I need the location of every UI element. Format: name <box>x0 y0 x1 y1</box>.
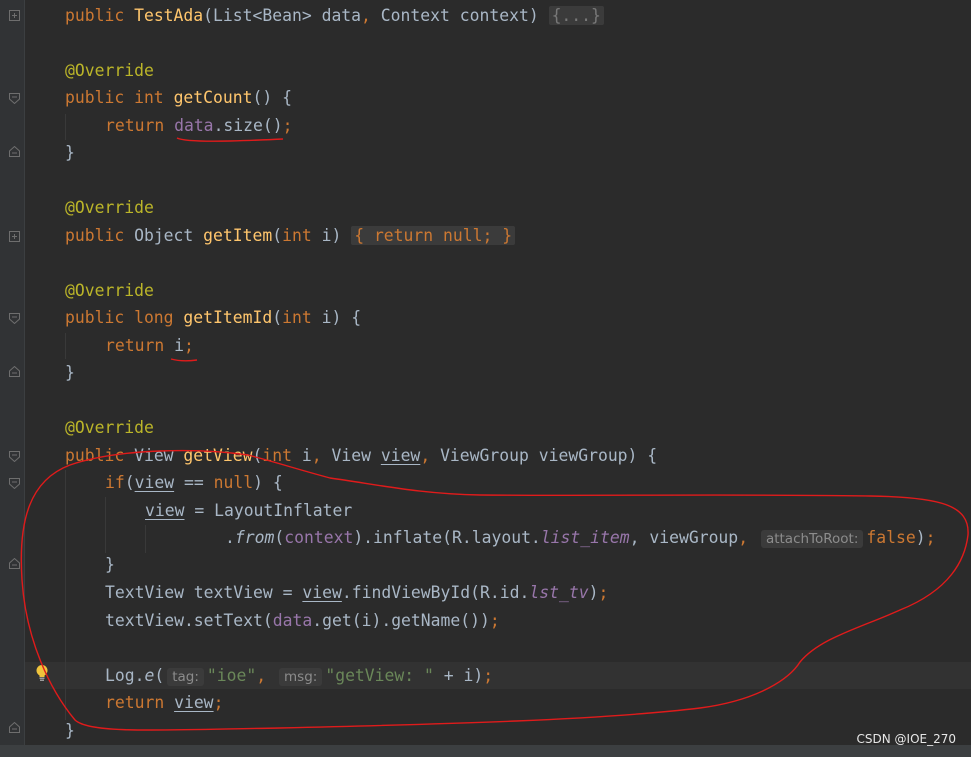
parameter-hint: attachToRoot: <box>760 530 864 548</box>
code-line: view = LayoutInflater <box>145 501 353 520</box>
code-line: .from(context).inflate(R.layout.list_ite… <box>225 528 936 548</box>
code-line: } <box>65 363 75 382</box>
code-editor[interactable]: public TestAda(List<Bean> data, Context … <box>25 0 971 745</box>
watermark: CSDN @IOE_270 <box>856 732 957 746</box>
fold-marker-icon[interactable] <box>9 478 20 489</box>
parameter-hint: tag: <box>167 668 204 686</box>
fold-marker-icon[interactable] <box>9 451 20 462</box>
fold-marker-icon[interactable] <box>9 10 20 21</box>
code-line: textView.setText(data.get(i).getName()); <box>105 611 500 630</box>
code-line: public View getView(int i, View view, Vi… <box>65 446 658 465</box>
folded-region[interactable]: { return null; } <box>351 226 516 245</box>
lightbulb-icon[interactable] <box>35 664 49 686</box>
code-line: TextView textView = view.findViewById(R.… <box>105 583 609 602</box>
code-line: public long getItemId(int i) { <box>65 308 362 327</box>
folded-region[interactable]: {...} <box>548 6 604 25</box>
code-line: return i; <box>105 336 194 355</box>
fold-marker-icon[interactable] <box>9 93 20 104</box>
code-line: Log.e(tag: "ioe", msg: "getView: " + i); <box>105 666 494 686</box>
code-line: return view; <box>105 693 224 712</box>
code-line: public Object getItem(int i) { return nu… <box>65 223 516 249</box>
code-line: } <box>65 721 75 740</box>
fold-marker-icon[interactable] <box>9 231 20 242</box>
horizontal-scrollbar-track[interactable] <box>0 745 971 757</box>
code-line: public TestAda(List<Bean> data, Context … <box>65 3 604 29</box>
code-line: if(view == null) { <box>105 473 283 492</box>
code-line: } <box>105 555 115 574</box>
fold-marker-icon[interactable] <box>9 558 20 569</box>
code-line: } <box>65 143 75 162</box>
code-line: public int getCount() { <box>65 88 292 107</box>
fold-marker-icon[interactable] <box>9 146 20 157</box>
editor-gutter <box>0 0 24 757</box>
fold-marker-icon[interactable] <box>9 366 20 377</box>
fold-marker-icon[interactable] <box>9 722 20 733</box>
code-line: return data.size(); <box>105 116 293 135</box>
code-line: @Override <box>65 418 154 437</box>
fold-marker-icon[interactable] <box>9 313 20 324</box>
parameter-hint: msg: <box>279 668 323 686</box>
code-line: @Override <box>65 281 154 300</box>
code-line: @Override <box>65 198 154 217</box>
code-line: @Override <box>65 61 154 80</box>
